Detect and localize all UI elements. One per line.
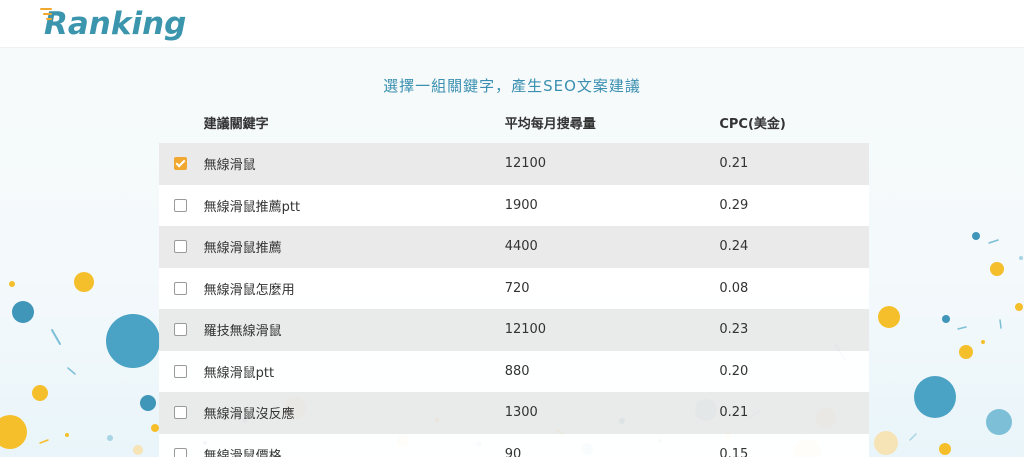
row-checkbox[interactable]	[174, 447, 188, 457]
keyword-table: 建議關鍵字 平均每月搜尋量 CPC(美金) 無線滑鼠 12100 0.21 無線…	[159, 101, 869, 457]
logo-speed-lines-icon	[40, 8, 52, 20]
volume-cell: 1900	[503, 184, 719, 226]
row-checkbox[interactable]	[174, 281, 188, 295]
table-row[interactable]: 無線滑鼠 12100 0.21	[159, 143, 869, 185]
volume-cell: 12100	[503, 309, 719, 351]
keyword-cell: 無線滑鼠怎麼用	[202, 267, 504, 309]
header-volume: 平均每月搜尋量	[504, 116, 596, 132]
cpc-cell: 0.15	[718, 433, 869, 457]
keyword-cell: 無線滑鼠沒反應	[202, 392, 504, 434]
logo[interactable]: Ranking	[38, 3, 186, 45]
cpc-cell: 0.24	[718, 226, 869, 268]
cpc-cell: 0.29	[718, 184, 869, 226]
keyword-cell: 無線滑鼠	[202, 143, 504, 185]
row-checkbox[interactable]	[174, 364, 188, 378]
volume-cell: 720	[503, 267, 719, 309]
logo-text: Ranking	[44, 6, 187, 42]
cpc-cell: 0.21	[718, 143, 869, 185]
keyword-cell: 無線滑鼠ptt	[202, 350, 504, 392]
keyword-cell: 無線滑鼠推薦	[202, 226, 504, 268]
row-checkbox[interactable]	[174, 157, 188, 171]
keyword-cell: 無線滑鼠推薦ptt	[202, 184, 504, 226]
main-content: 選擇一組關鍵字，產生SEO文案建議 建議關鍵字 平均每月搜尋量 CPC(美金) …	[0, 48, 1024, 457]
header-cpc: CPC(美金)	[719, 116, 786, 132]
table-row[interactable]: 無線滑鼠沒反應 1300 0.21	[159, 392, 869, 434]
volume-cell: 880	[503, 350, 719, 392]
table-row[interactable]: 無線滑鼠怎麼用 720 0.08	[159, 267, 869, 309]
keyword-cell: 羅技無線滑鼠	[202, 309, 504, 351]
keyword-cell: 無線滑鼠價格	[202, 433, 504, 457]
volume-cell: 4400	[503, 226, 719, 268]
row-checkbox[interactable]	[174, 406, 188, 420]
row-checkbox[interactable]	[174, 323, 188, 337]
table-row[interactable]: 羅技無線滑鼠 12100 0.23	[159, 309, 869, 351]
table-header-row: 建議關鍵字 平均每月搜尋量 CPC(美金)	[159, 101, 869, 143]
row-checkbox[interactable]	[174, 240, 188, 254]
header-keyword: 建議關鍵字	[203, 116, 269, 132]
table-row[interactable]: 無線滑鼠推薦 4400 0.24	[159, 226, 869, 268]
volume-cell: 12100	[503, 143, 719, 185]
volume-cell: 1300	[503, 392, 719, 434]
header-select	[159, 101, 203, 143]
cpc-cell: 0.23	[718, 309, 869, 351]
table-row[interactable]: 無線滑鼠ptt 880 0.20	[159, 350, 869, 392]
volume-cell: 90	[503, 433, 719, 457]
cpc-cell: 0.08	[718, 267, 869, 309]
cpc-cell: 0.21	[718, 392, 869, 434]
header: Ranking	[0, 0, 1024, 48]
table-row[interactable]: 無線滑鼠價格 90 0.15	[159, 433, 869, 457]
table-row[interactable]: 無線滑鼠推薦ptt 1900 0.29	[159, 184, 869, 226]
row-checkbox[interactable]	[174, 198, 188, 212]
cpc-cell: 0.20	[718, 350, 869, 392]
page-title: 選擇一組關鍵字，產生SEO文案建議	[383, 77, 641, 95]
